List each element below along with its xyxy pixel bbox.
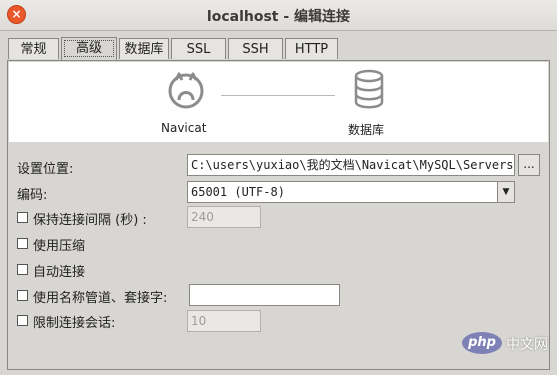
browse-button[interactable]: ...: [518, 154, 540, 176]
encoding-label: 编码:: [17, 188, 48, 203]
keepalive-label: 保持连接间隔 (秒) :: [33, 213, 147, 228]
watermark-text: 中文网: [506, 337, 548, 353]
connection-diagram: Navicat 数据库: [9, 62, 548, 142]
location-input[interactable]: C:\users\yuxiao\我的文档\Navicat\MySQL\Serve…: [187, 154, 515, 176]
pipe-checkbox[interactable]: [17, 290, 28, 301]
tab-general[interactable]: 常规: [8, 38, 59, 59]
limit-sessions-input[interactable]: 10: [187, 310, 261, 332]
limit-sessions-checkbox[interactable]: [17, 315, 28, 326]
title-bar: × localhost - 编辑连接: [0, 0, 557, 31]
tab-advanced[interactable]: 高级: [61, 37, 117, 60]
location-label: 设置位置:: [17, 162, 74, 177]
autoconnect-label: 自动连接: [33, 265, 86, 280]
tab-databases[interactable]: 数据库: [119, 38, 169, 59]
watermark: php 中文网: [462, 330, 552, 358]
chevron-down-icon[interactable]: ▼: [497, 182, 514, 202]
tab-ssh[interactable]: SSH: [228, 38, 283, 59]
compress-checkbox[interactable]: [17, 238, 28, 249]
navicat-label: Navicat: [161, 121, 207, 135]
tab-http[interactable]: HTTP: [285, 38, 338, 59]
encoding-value: 65001 (UTF-8): [191, 185, 285, 199]
pipe-label: 使用名称管道、套接字:: [33, 291, 168, 306]
keepalive-checkbox[interactable]: [17, 212, 28, 223]
keepalive-input[interactable]: 240: [187, 206, 261, 228]
tab-ssl[interactable]: SSL: [171, 38, 226, 59]
navicat-icon: [166, 70, 206, 114]
php-logo: php: [462, 332, 502, 354]
autoconnect-checkbox[interactable]: [17, 264, 28, 275]
database-label: 数据库: [348, 123, 385, 137]
connection-line: [221, 95, 335, 96]
pipe-input[interactable]: [189, 284, 340, 306]
limit-sessions-label: 限制连接会话:: [33, 316, 116, 331]
database-icon: [353, 69, 385, 113]
window-title: localhost - 编辑连接: [206, 9, 351, 25]
encoding-select[interactable]: 65001 (UTF-8) ▼: [187, 181, 515, 203]
compress-label: 使用压缩: [33, 239, 86, 254]
